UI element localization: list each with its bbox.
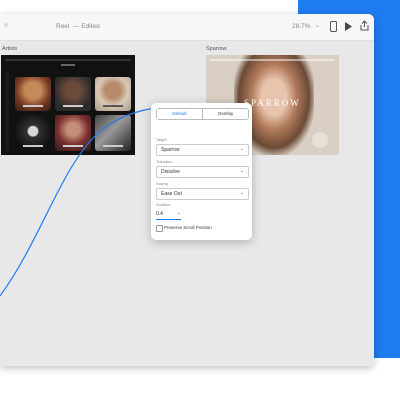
chevron-down-icon: ⌄ — [239, 168, 244, 174]
tab-default[interactable]: Default — [157, 109, 203, 119]
chevron-down-icon: ⌄ — [239, 190, 244, 196]
zoom-level[interactable]: 28.7% — [292, 23, 310, 30]
toolbar: Reel — Edited 28.7% ⌄ — [0, 14, 374, 41]
link-type-segmented-control[interactable]: Default Overlay — [156, 108, 249, 120]
duration-field[interactable]: 0.4 ⌄ — [156, 209, 181, 220]
transition-select[interactable]: Dissolve ⌄ — [156, 166, 249, 178]
traffic-lights — [4, 23, 8, 27]
play-icon[interactable] — [345, 22, 352, 31]
tab-overlay[interactable]: Overlay — [203, 109, 248, 119]
zoom-chevron-icon[interactable]: ⌄ — [315, 22, 320, 29]
easing-value: Ease Out — [161, 191, 182, 197]
phone-preview-icon[interactable] — [330, 21, 337, 32]
preserve-scroll-checkbox[interactable] — [156, 225, 163, 232]
transition-value: Dissolve — [161, 169, 180, 175]
link-settings-popover: Default Overlay Target Sparrow ⌄ Transit… — [151, 103, 252, 240]
document-title: Reel — [56, 23, 70, 30]
easing-select[interactable]: Ease Out ⌄ — [156, 188, 249, 200]
target-label: Target — [156, 138, 167, 142]
share-icon[interactable] — [360, 20, 369, 31]
transition-label: Transition — [156, 160, 173, 164]
duration-label: Duration — [156, 203, 171, 207]
target-select[interactable]: Sparrow ⌄ — [156, 144, 249, 156]
easing-label: Easing — [156, 182, 168, 186]
target-value: Sparrow — [161, 147, 180, 153]
document-status: — Edited — [73, 23, 100, 30]
chevron-down-icon: ⌄ — [239, 146, 244, 152]
preserve-scroll-label[interactable]: Preserve Scroll Position — [164, 225, 212, 230]
duration-chevron-icon[interactable]: ⌄ — [177, 210, 181, 216]
duration-value: 0.4 — [156, 211, 163, 217]
